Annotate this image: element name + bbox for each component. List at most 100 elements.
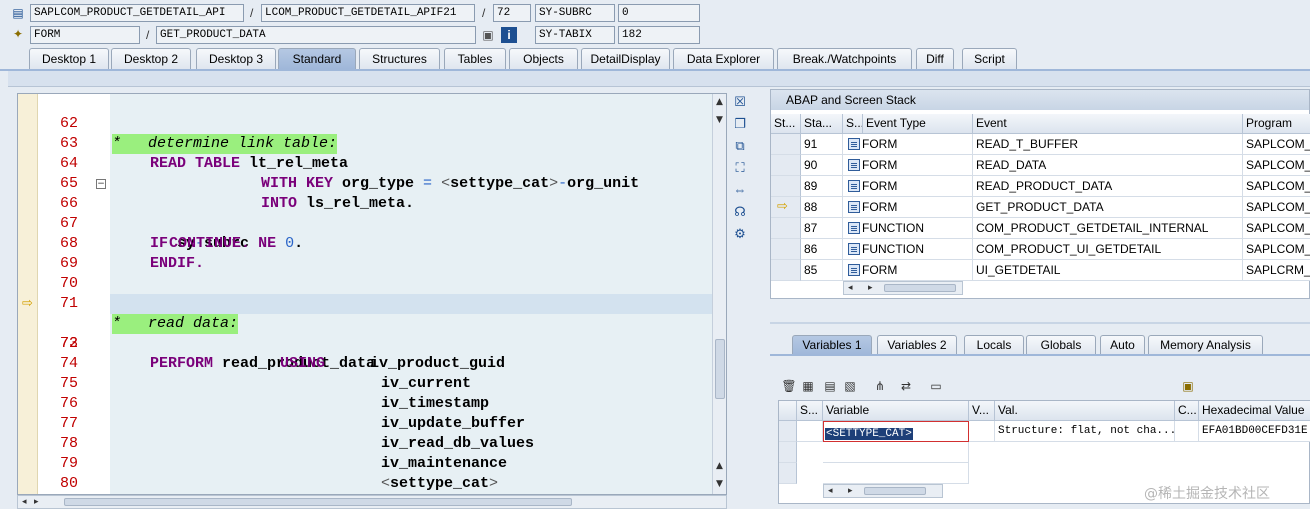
tab-desktop-2[interactable]: Desktop 2 (111, 48, 191, 69)
list-icon[interactable]: ▤ (822, 378, 838, 394)
tab-detaildisplay[interactable]: DetailDisplay (581, 48, 670, 69)
table-icon[interactable]: ▦ (800, 378, 816, 394)
program-field[interactable]: SAPLCOM_PRODUCT_GETDETAIL_API (30, 4, 244, 22)
stack-row-selector[interactable]: ⇨ (771, 197, 801, 218)
code-line[interactable]: 66 − IF sy-subrc NE 0. (18, 174, 712, 252)
tab-memory-analysis[interactable]: Memory Analysis (1148, 335, 1263, 355)
code-line[interactable]: 78 iv_maintenance (18, 414, 712, 472)
code-line[interactable]: 80 ls_strucnames (18, 454, 712, 492)
scroll-up-icon[interactable]: ▼ (716, 114, 723, 126)
code-line[interactable]: 64 WITH KEY org_type = <settype_cat>-org… (18, 134, 712, 192)
tab-variables-2[interactable]: Variables 2 (877, 335, 957, 355)
tab-script[interactable]: Script (962, 48, 1017, 69)
editor-vscroll-thumb[interactable] (715, 339, 725, 399)
transfer-icon[interactable]: ⇄ (898, 378, 914, 394)
stack-event[interactable]: GET_PRODUCT_DATA (973, 197, 1243, 218)
tab-auto[interactable]: Auto (1100, 335, 1145, 355)
scroll-right-icon[interactable]: ▸ (848, 485, 853, 497)
code-line[interactable]: 75 iv_timestamp (18, 354, 712, 412)
subrc-value[interactable]: 0 (618, 4, 700, 22)
scroll-up-icon[interactable]: ▲ (716, 96, 723, 108)
var-row-selector[interactable] (779, 442, 797, 463)
event-type-field[interactable]: FORM (30, 26, 140, 44)
editor-horizontal-scrollbar[interactable]: ◂ ▸ (17, 495, 727, 509)
stack-event[interactable]: READ_T_BUFFER (973, 134, 1243, 155)
var-col-header[interactable]: S... (797, 401, 823, 421)
scroll-right-icon[interactable]: ▸ (34, 496, 39, 508)
splitter[interactable] (770, 322, 1310, 324)
tab-standard[interactable]: Standard (278, 48, 356, 69)
hierarchy-icon[interactable]: ⋔ (872, 378, 888, 394)
resize-icon[interactable]: ⇔ (731, 181, 749, 199)
var-col-header[interactable]: Hexadecimal Value (1199, 401, 1310, 421)
scroll-left-icon[interactable]: ◂ (22, 496, 27, 508)
stack-row-selector[interactable] (771, 155, 801, 176)
tab-structures[interactable]: Structures (359, 48, 440, 69)
save-icon[interactable]: ▣ (1180, 378, 1196, 394)
save-local-icon[interactable]: ▧ (842, 378, 858, 394)
folder-icon[interactable]: ▭ (928, 378, 944, 394)
scroll-up-icon[interactable]: ▲ (716, 460, 723, 472)
tab-desktop-1[interactable]: Desktop 1 (29, 48, 109, 69)
var-col-header[interactable]: C... (1175, 401, 1199, 421)
tab-desktop-3[interactable]: Desktop 3 (196, 48, 276, 69)
delete-icon[interactable]: 🗑 (781, 378, 797, 394)
swap-tool-icon[interactable]: ⧉ (731, 137, 749, 155)
tab-objects[interactable]: Objects (509, 48, 578, 69)
code-line[interactable]: 69 (18, 234, 712, 272)
var-col-header[interactable]: Variable (823, 401, 969, 421)
new-tool-icon[interactable]: ❐ (731, 115, 749, 133)
tab-locals[interactable]: Locals (964, 335, 1024, 355)
stack-event[interactable]: COM_PRODUCT_UI_GETDETAIL (973, 239, 1243, 260)
source-editor[interactable]: 62 * determine link table: 63 READ TABLE… (17, 93, 727, 495)
scroll-right-icon[interactable]: ▸ (868, 282, 873, 294)
stack-col-header[interactable]: Event Type (863, 114, 973, 134)
tab-data-explorer[interactable]: Data Explorer (673, 48, 774, 69)
var-name-input[interactable] (823, 442, 969, 463)
stack-event[interactable]: READ_DATA (973, 155, 1243, 176)
tab-globals[interactable]: Globals (1026, 335, 1096, 355)
editor-hscroll-thumb[interactable] (64, 498, 572, 506)
event-name-field[interactable]: GET_PRODUCT_DATA (156, 26, 476, 44)
stack-col-header[interactable]: Event (973, 114, 1243, 134)
stack-row-selector[interactable] (771, 260, 801, 281)
var-row-selector[interactable] (779, 421, 797, 442)
display-icon[interactable]: ▣ (480, 27, 496, 43)
var-name-input[interactable]: <SETTYPE_CAT> (823, 421, 969, 442)
stack-col-header[interactable]: S... (843, 114, 863, 134)
close-icon[interactable]: ☒ (731, 93, 749, 111)
code-line[interactable]: 62 * determine link table: (18, 94, 712, 154)
stack-horizontal-scrollbar[interactable]: ◂ ▸ (843, 281, 963, 295)
stack-event[interactable]: UI_GETDETAIL (973, 260, 1243, 281)
tab-variables-1[interactable]: Variables 1 (792, 335, 872, 355)
scroll-down-icon[interactable]: ▼ (716, 478, 723, 490)
scroll-left-icon[interactable]: ◂ (828, 485, 833, 497)
var-row-selector[interactable] (779, 463, 797, 484)
headset-icon[interactable]: ☊ (731, 203, 749, 221)
stack-col-header[interactable]: St... (771, 114, 801, 134)
stack-hscroll-thumb[interactable] (884, 284, 956, 292)
fold-toggle[interactable]: − (96, 179, 106, 189)
variables-horizontal-scrollbar[interactable]: ◂ ▸ (823, 484, 943, 498)
include-field[interactable]: LCOM_PRODUCT_GETDETAIL_APIF21 (261, 4, 475, 22)
variables-hscroll-thumb[interactable] (864, 487, 926, 495)
code-line[interactable]: 77 iv_read_db_values (18, 394, 712, 452)
stack-row-selector[interactable] (771, 218, 801, 239)
editor-vertical-scrollbar[interactable]: ▲ ▼ ▲ ▼ (712, 94, 726, 494)
info-icon[interactable]: i (501, 27, 517, 43)
code-line[interactable]: 65 INTO ls_rel_meta. (18, 154, 712, 212)
var-value[interactable]: Structure: flat, not cha... (995, 421, 1175, 442)
code-line[interactable]: 73 USING iv_product_guid (18, 314, 712, 372)
line-field[interactable]: 72 (493, 4, 531, 22)
code-line[interactable]: 74 iv_current (18, 334, 712, 392)
code-line[interactable]: 68 ENDIF. (18, 214, 712, 272)
var-col-header[interactable]: Val. (995, 401, 1175, 421)
code-line[interactable]: 63 READ TABLE lt_rel_meta (18, 114, 712, 172)
tab-diff[interactable]: Diff (916, 48, 954, 69)
scroll-left-icon[interactable]: ◂ (848, 282, 853, 294)
maximize-icon[interactable]: ⛶ (731, 159, 749, 177)
stack-col-header[interactable]: Sta... (801, 114, 843, 134)
code-line[interactable]: 67 CONTINUE. (18, 194, 712, 252)
var-col-header[interactable]: V... (969, 401, 995, 421)
tabix-value[interactable]: 182 (618, 26, 700, 44)
